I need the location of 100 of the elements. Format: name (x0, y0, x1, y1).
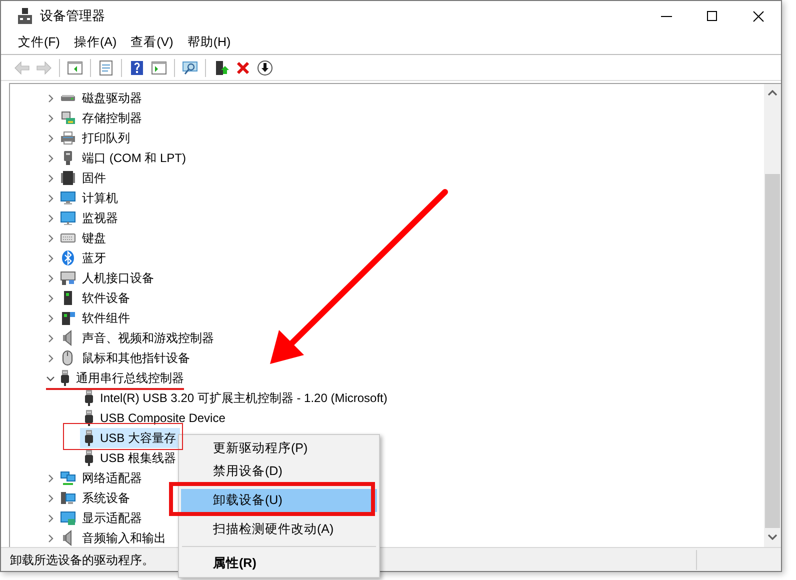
tree-item[interactable]: USB 大容量存 (80, 428, 180, 448)
tree-item[interactable]: Intel(R) USB 3.20 可扩展主机控制器 - 1.20 (Microsoft) (80, 388, 392, 408)
collapse-chevron-icon[interactable] (46, 374, 54, 382)
tree-item[interactable]: 显示适配器 (56, 508, 146, 528)
tree-item[interactable]: 通用串行总线控制器 (56, 368, 188, 388)
chip-icon (60, 170, 76, 186)
tree-item[interactable]: 计算机 (56, 188, 122, 208)
expand-chevron-icon[interactable] (46, 214, 54, 222)
expand-chevron-icon[interactable] (46, 174, 54, 182)
menu-item[interactable]: 文件(F) (11, 33, 67, 52)
maximize-icon (707, 11, 717, 21)
tree-item-label: 网络适配器 (82, 470, 142, 487)
scroll-down-icon[interactable] (768, 534, 777, 540)
forward-arrow-icon (36, 60, 52, 76)
tree-item-label: USB Composite Device (100, 410, 226, 427)
network-icon (60, 470, 76, 486)
tree-item[interactable]: 软件设备 (56, 288, 134, 308)
tree-item[interactable]: 磁盘驱动器 (56, 88, 146, 108)
tree-item[interactable]: USB Composite Device (80, 408, 230, 428)
window-title: 设备管理器 (40, 7, 105, 26)
tree-item[interactable]: 网络适配器 (56, 468, 146, 488)
expand-chevron-icon[interactable] (46, 494, 54, 502)
context-menu-item[interactable]: 属性(R) (181, 552, 377, 575)
expand-chevron-icon[interactable] (46, 154, 54, 162)
tree-item-label: 鼠标和其他指针设备 (82, 350, 190, 367)
tree-item-label: 显示适配器 (82, 510, 142, 527)
device-manager-icon (18, 8, 32, 24)
tree-item-label: USB 根集线器 (100, 450, 176, 467)
document-icon (98, 60, 114, 76)
printer-icon (60, 130, 76, 146)
tree-item[interactable]: 软件组件 (56, 308, 134, 328)
expand-chevron-icon[interactable] (46, 194, 54, 202)
expand-chevron-icon[interactable] (46, 94, 54, 102)
expand-chevron-icon[interactable] (46, 114, 54, 122)
menu-item[interactable]: 帮助(H) (180, 33, 238, 52)
monitor-icon (60, 210, 76, 226)
tree-item[interactable]: 人机接口设备 (56, 268, 158, 288)
tree-item[interactable]: 鼠标和其他指针设备 (56, 348, 194, 368)
tree-item-label: 固件 (82, 170, 106, 187)
expand-chevron-icon[interactable] (46, 354, 54, 362)
tree-item[interactable]: 蓝牙 (56, 248, 110, 268)
tree-item[interactable]: 声音、视频和游戏控制器 (56, 328, 218, 348)
tree-item-label: Intel(R) USB 3.20 可扩展主机控制器 - 1.20 (Microsoft) (100, 390, 388, 407)
tree-item-label: 蓝牙 (82, 250, 106, 267)
tree-item-label: 计算机 (82, 190, 118, 207)
expand-chevron-icon[interactable] (46, 534, 54, 542)
tree-item[interactable]: 键盘 (56, 228, 110, 248)
menu-item[interactable]: 查看(V) (124, 33, 180, 52)
tree-item-label: 存储控制器 (82, 110, 142, 127)
monitor-search-icon (182, 60, 198, 76)
tree-item-label: 音频输入和输出 (82, 530, 166, 547)
tree-item-label: 系统设备 (82, 490, 130, 507)
expand-chevron-icon[interactable] (46, 254, 54, 262)
tree-item-label: 人机接口设备 (82, 270, 154, 287)
context-menu-item[interactable]: 更新驱动程序(P) (181, 437, 377, 460)
close-icon (752, 10, 764, 22)
tree-item-label: 软件组件 (82, 310, 130, 327)
monitor-icon (60, 510, 76, 526)
usb-plug-icon (84, 410, 94, 426)
scroll-up-icon[interactable] (768, 90, 777, 96)
scrollbar[interactable] (764, 84, 781, 547)
tree-item[interactable]: 固件 (56, 168, 110, 188)
expand-chevron-icon[interactable] (46, 474, 54, 482)
expand-chevron-icon[interactable] (46, 294, 54, 302)
tree-item-label: 打印队列 (82, 130, 130, 147)
tree-item-label: USB 大容量存 (100, 430, 176, 447)
tree-item[interactable]: 存储控制器 (56, 108, 146, 128)
usb-plug-icon (84, 450, 94, 466)
tree-item-label: 磁盘驱动器 (82, 90, 142, 107)
expand-chevron-icon[interactable] (46, 234, 54, 242)
bluetooth-icon (60, 250, 76, 266)
expand-chevron-icon[interactable] (46, 514, 54, 522)
window-panel-icon (67, 60, 83, 76)
expand-chevron-icon[interactable] (46, 134, 54, 142)
context-menu-item[interactable]: 禁用设备(D) (181, 460, 377, 483)
tree-item-label: 监视器 (82, 210, 118, 227)
usb-plug-icon (60, 370, 70, 386)
context-menu-item[interactable]: 扫描检测硬件改动(A) (181, 518, 377, 541)
tree-item[interactable]: 打印队列 (56, 128, 134, 148)
context-menu-item[interactable]: 卸载设备(U) (181, 489, 377, 512)
menu-item[interactable]: 操作(A) (66, 33, 124, 52)
tree-item[interactable]: 端口 (COM 和 LPT) (56, 148, 190, 168)
usb-plug-icon (84, 390, 94, 406)
scrollbar-thumb[interactable] (765, 174, 780, 528)
device-update-icon (213, 60, 229, 76)
expand-chevron-icon[interactable] (46, 334, 54, 342)
expand-chevron-icon[interactable] (46, 314, 54, 322)
back-arrow-icon (14, 60, 30, 76)
tree-item-label: 键盘 (82, 230, 106, 247)
tree-item[interactable]: 音频输入和输出 (56, 528, 170, 547)
down-arrow-circle-icon (257, 60, 273, 76)
delete-x-icon (235, 60, 251, 76)
tree-item[interactable]: 系统设备 (56, 488, 134, 508)
tree-item-label: 通用串行总线控制器 (76, 370, 184, 387)
status-text: 卸载所选设备的驱动程序。 (10, 552, 154, 568)
expand-chevron-icon[interactable] (46, 274, 54, 282)
tree-item-label: 软件设备 (82, 290, 130, 307)
computer-icon (60, 490, 76, 506)
tree-item[interactable]: USB 根集线器 (80, 448, 180, 468)
tree-item[interactable]: 监视器 (56, 208, 122, 228)
